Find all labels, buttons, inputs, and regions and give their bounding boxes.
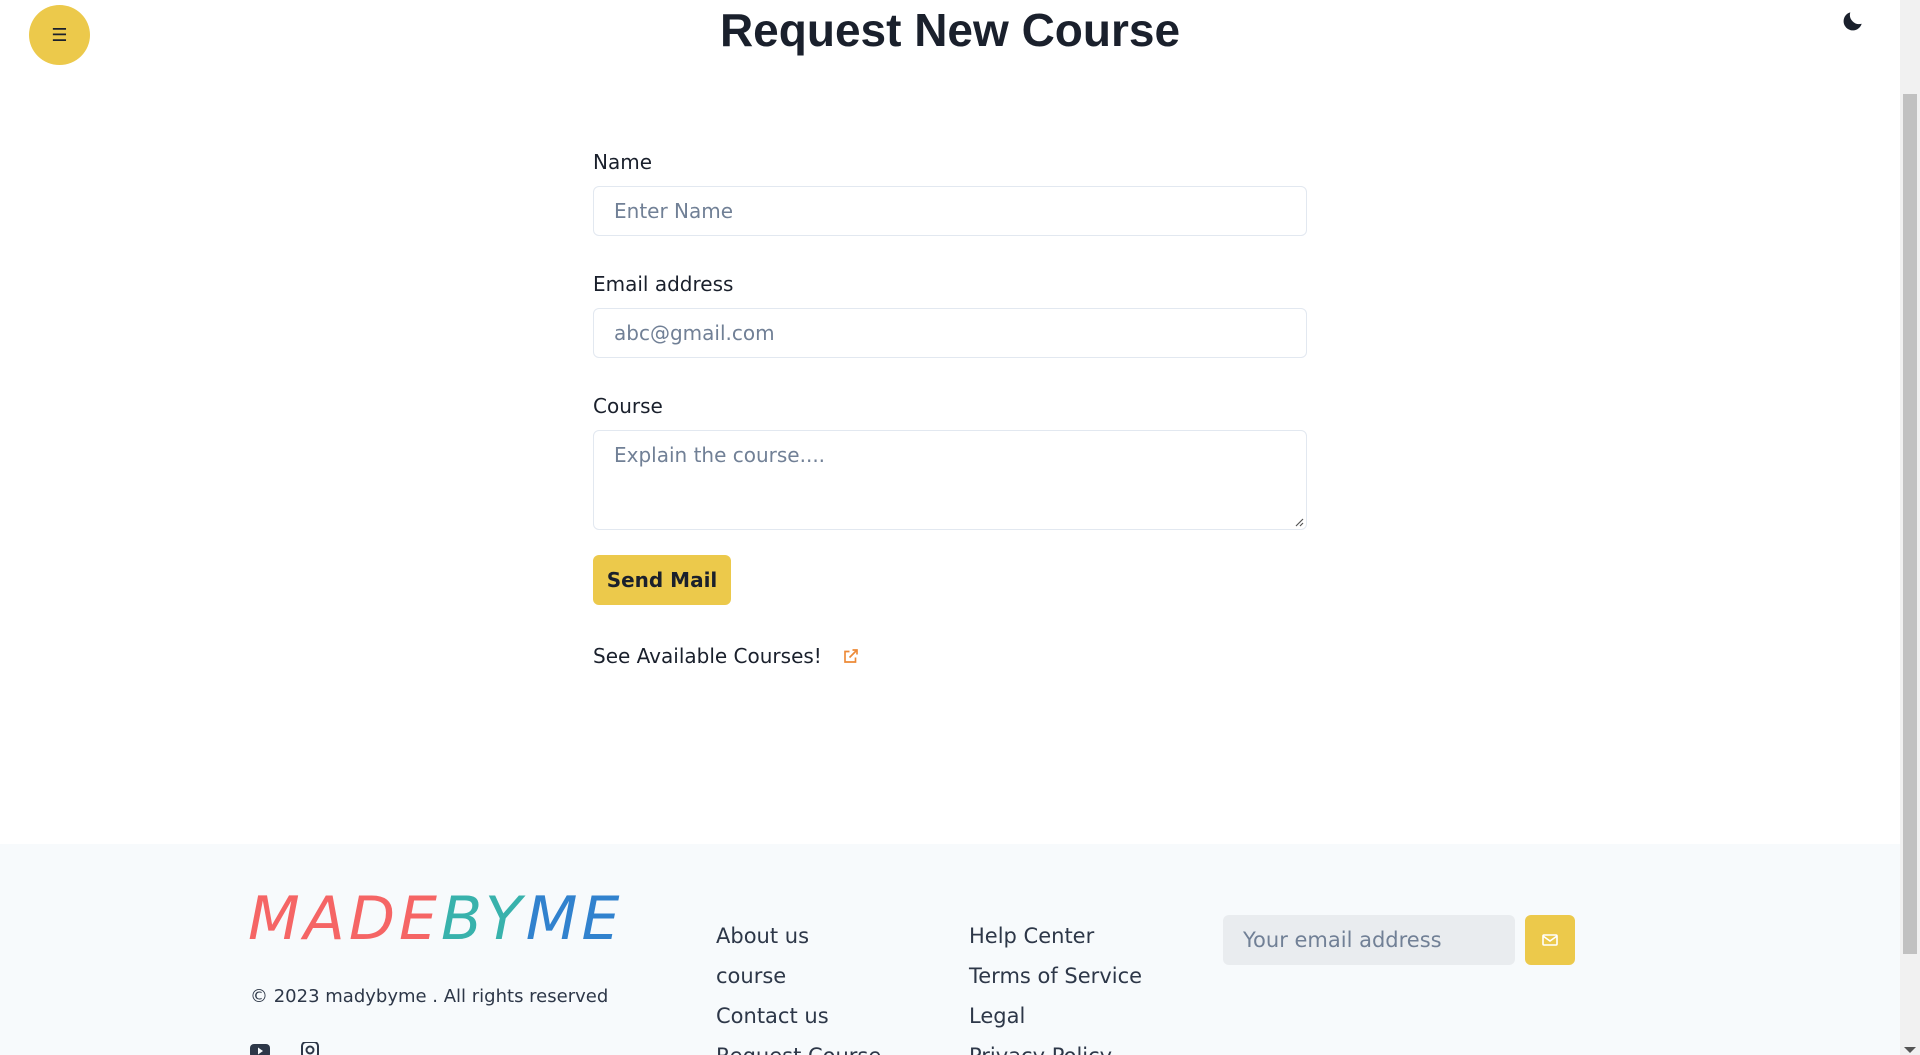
footer-link-contact[interactable]: Contact us bbox=[716, 996, 881, 1036]
footer-link-about[interactable]: About us bbox=[716, 916, 881, 956]
email-placeholder: abc@gmail.com bbox=[614, 321, 775, 345]
scroll-down-arrow-icon[interactable] bbox=[1904, 1047, 1916, 1053]
name-label: Name bbox=[593, 150, 653, 174]
logo-part-me: ME bbox=[525, 884, 624, 954]
logo[interactable]: MADEBYME bbox=[248, 884, 623, 954]
footer-link-help[interactable]: Help Center bbox=[969, 916, 1142, 956]
available-courses-label: See Available Courses! bbox=[593, 644, 822, 668]
external-link-icon bbox=[843, 649, 858, 663]
logo-part-by: BY bbox=[440, 884, 526, 954]
course-textarea[interactable]: Explain the course.... bbox=[593, 430, 1307, 530]
scrollbar[interactable] bbox=[1900, 0, 1920, 1055]
available-courses-link[interactable]: See Available Courses! bbox=[593, 644, 860, 668]
newsletter-placeholder: Your email address bbox=[1243, 928, 1442, 952]
resize-handle-icon[interactable] bbox=[1294, 517, 1304, 527]
copyright: © 2023 madybyme . All rights reserved bbox=[250, 986, 609, 1007]
moon-icon[interactable] bbox=[1840, 8, 1866, 34]
course-label: Course bbox=[593, 394, 663, 418]
footer-link-privacy[interactable]: Privacy Policy bbox=[969, 1036, 1142, 1055]
email-input[interactable]: abc@gmail.com bbox=[593, 308, 1307, 358]
page: ☰ Request New Course Name Enter Name Ema… bbox=[0, 0, 1900, 1055]
footer-link-legal[interactable]: Legal bbox=[969, 996, 1142, 1036]
request-form: Name Enter Name Email address abc@gmail.… bbox=[593, 150, 1307, 668]
page-title: Request New Course bbox=[719, 4, 1181, 56]
footer-links-company: About us course Contact us Request Cours… bbox=[716, 916, 881, 1055]
footer-links-support: Help Center Terms of Service Legal Priva… bbox=[969, 916, 1142, 1055]
name-placeholder: Enter Name bbox=[614, 199, 734, 223]
youtube-icon[interactable] bbox=[250, 1042, 270, 1055]
course-placeholder: Explain the course.... bbox=[614, 443, 826, 467]
footer-link-request[interactable]: Request Course bbox=[716, 1036, 881, 1055]
name-input[interactable]: Enter Name bbox=[593, 186, 1307, 236]
email-label: Email address bbox=[593, 272, 734, 296]
logo-part-made: MADE bbox=[248, 884, 441, 954]
newsletter-email-input[interactable]: Your email address bbox=[1223, 915, 1515, 965]
newsletter-submit-button[interactable] bbox=[1525, 915, 1575, 965]
send-mail-button[interactable]: Send Mail bbox=[593, 555, 731, 605]
mail-icon bbox=[1542, 934, 1558, 946]
footer: MADEBYME © 2023 madybyme . All rights re… bbox=[0, 844, 1900, 1055]
footer-link-course[interactable]: course bbox=[716, 956, 881, 996]
instagram-icon[interactable] bbox=[300, 1042, 320, 1055]
footer-link-terms[interactable]: Terms of Service bbox=[969, 956, 1142, 996]
scrollbar-thumb[interactable] bbox=[1903, 94, 1917, 954]
